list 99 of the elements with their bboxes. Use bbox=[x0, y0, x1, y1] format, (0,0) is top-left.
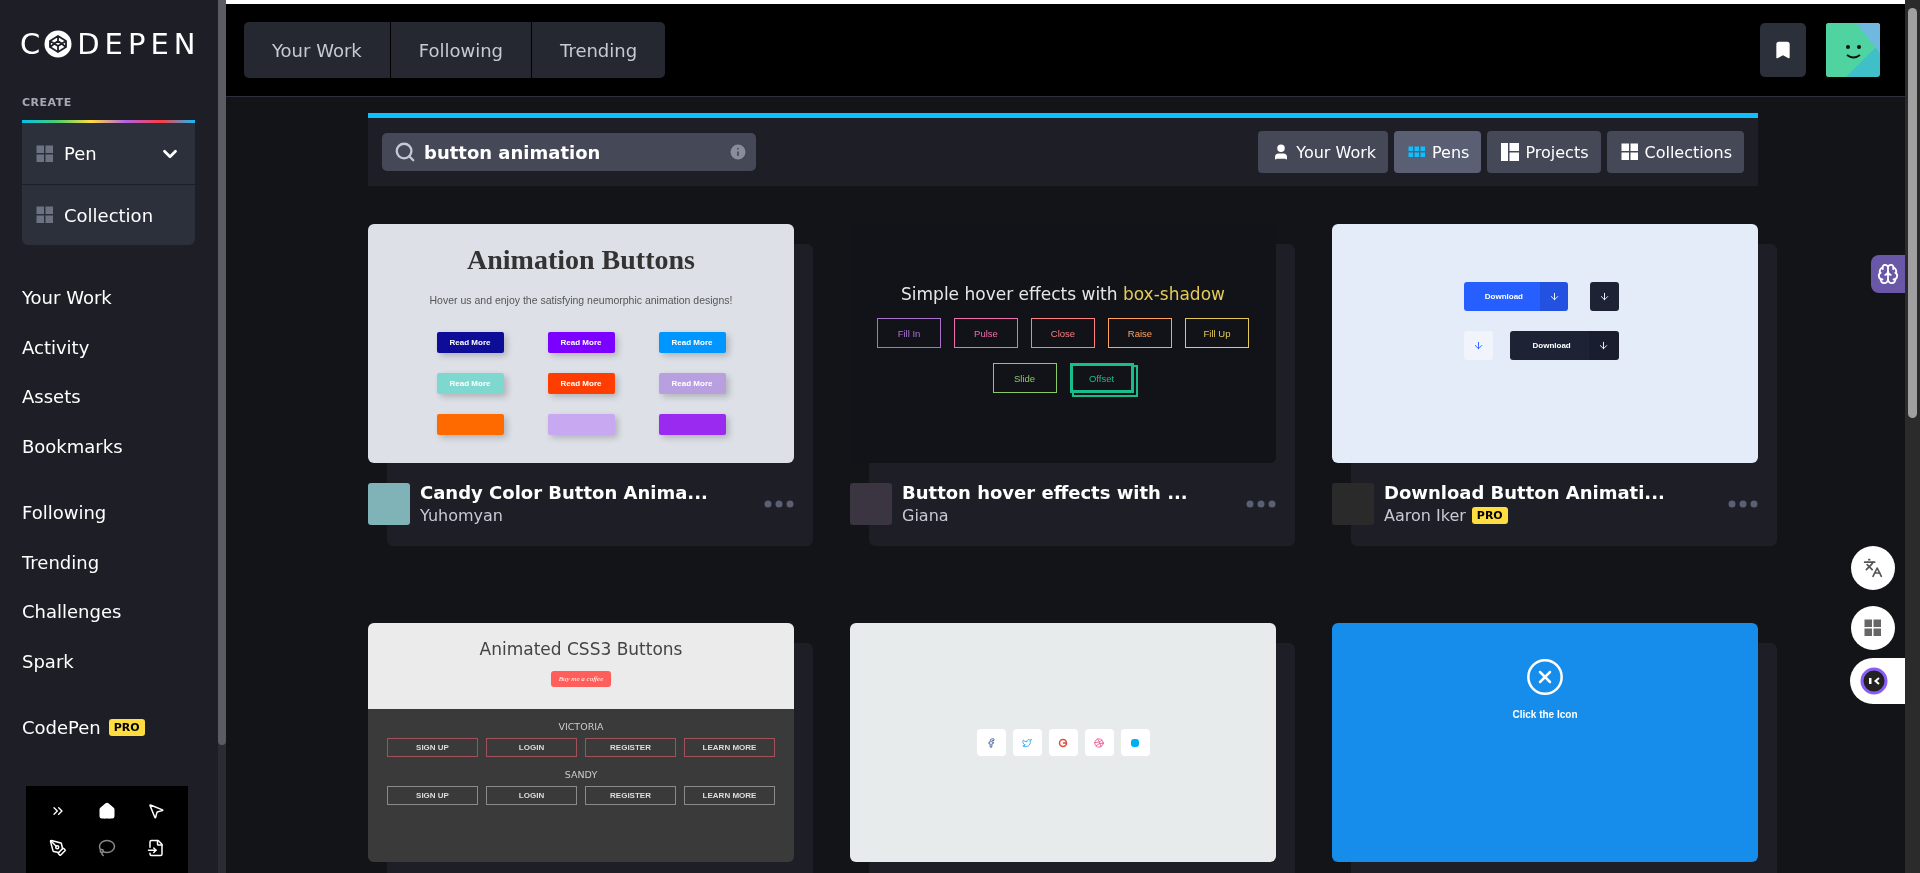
grid-icon bbox=[1864, 619, 1882, 637]
nav-text: CodePen bbox=[22, 717, 101, 739]
pen-preview[interactable]: Download Download bbox=[1332, 224, 1758, 463]
effect-button: Close bbox=[1031, 318, 1095, 348]
author-link[interactable]: Giana bbox=[902, 506, 949, 525]
brain-button[interactable] bbox=[1871, 255, 1905, 293]
create-item[interactable]: Pen bbox=[22, 123, 195, 184]
preview-text: Hover us and enjoy the satisfying neumorphic animation designs! bbox=[429, 294, 733, 306]
search-icon bbox=[394, 141, 416, 163]
section-title: SANDY bbox=[564, 769, 598, 780]
download-button: Download bbox=[1463, 282, 1568, 311]
section-label: CREATE bbox=[22, 96, 73, 109]
outline-button: LEARN MORE bbox=[684, 786, 775, 805]
arrow-down-icon bbox=[1548, 291, 1560, 302]
author-link[interactable]: Aaron Iker bbox=[1384, 506, 1466, 525]
file-icon[interactable] bbox=[146, 839, 165, 858]
arrow-down-icon bbox=[1472, 340, 1484, 351]
bookmark-button[interactable] bbox=[1760, 23, 1806, 77]
section-title: VICTORIA bbox=[558, 721, 604, 732]
search-input[interactable]: button animation bbox=[424, 141, 720, 163]
social-icon bbox=[976, 729, 1006, 756]
outline-button: SIGN UP bbox=[387, 786, 478, 805]
search-field[interactable]: button animation bbox=[382, 133, 756, 171]
tab[interactable]: Following bbox=[389, 22, 532, 78]
arrow-down-icon bbox=[1598, 291, 1610, 302]
social-icon bbox=[1084, 729, 1114, 756]
pointer-icon[interactable] bbox=[146, 801, 165, 820]
nav-link[interactable]: Trending bbox=[22, 537, 218, 587]
read-more-button: Read More bbox=[436, 332, 504, 353]
nav-link[interactable]: Assets bbox=[22, 372, 218, 422]
codepen-logo[interactable]: C DEPEN bbox=[20, 26, 218, 62]
nav-link[interactable]: Your Work bbox=[22, 273, 218, 323]
create-item[interactable]: Collection bbox=[22, 184, 195, 245]
grid-icon bbox=[36, 144, 54, 163]
pen-preview[interactable]: Animation Buttons Hover us and enjoy the satisfying neumorphic animation designs! Read More Read More Read More Read More Read More Read More bbox=[368, 224, 794, 463]
nav-link[interactable]: Spark bbox=[22, 636, 218, 686]
pen-title[interactable]: Candy Color Button Anima... bbox=[420, 482, 754, 503]
social-icon bbox=[1048, 729, 1078, 756]
preview-heading: Animation Buttons bbox=[467, 244, 695, 276]
more-icon[interactable] bbox=[1728, 499, 1758, 508]
scrollbar-thumb[interactable] bbox=[218, 0, 226, 745]
effect-button: Fill In bbox=[877, 318, 941, 348]
apps-button[interactable] bbox=[1851, 606, 1895, 650]
filter-button[interactable]: Collections bbox=[1606, 131, 1744, 173]
social-icon bbox=[1120, 729, 1150, 756]
preview-heading: Simple hover effects with box-shadow bbox=[901, 284, 1225, 304]
assistant-button[interactable] bbox=[1850, 658, 1905, 704]
brain-icon bbox=[1877, 263, 1899, 285]
effect-button: Pulse bbox=[954, 318, 1018, 348]
robot-face-icon bbox=[1860, 667, 1888, 695]
effect-button: Slide bbox=[992, 363, 1057, 393]
arrow-down-icon bbox=[1598, 340, 1610, 351]
grid-icon bbox=[1620, 143, 1639, 161]
grid-icon bbox=[36, 206, 54, 224]
nav-link[interactable]: Bookmarks bbox=[22, 421, 218, 471]
nav-link[interactable]: CodePen PRO bbox=[22, 703, 218, 753]
layout-icon bbox=[1501, 143, 1520, 161]
read-more-button: Read More bbox=[547, 332, 615, 353]
preview-caption: Click the Icon bbox=[1512, 709, 1578, 720]
outline-button: LOGIN bbox=[486, 738, 577, 757]
nav-link[interactable]: Activity bbox=[22, 322, 218, 372]
read-more-button: Read More bbox=[658, 332, 726, 353]
pen-title[interactable]: Download Button Animati... bbox=[1384, 482, 1718, 503]
outline-button: LOGIN bbox=[486, 786, 577, 805]
social-icon bbox=[1012, 729, 1042, 756]
scrollbar-thumb[interactable] bbox=[1908, 8, 1917, 418]
outline-button: REGISTER bbox=[585, 786, 676, 805]
avatar-photo[interactable] bbox=[368, 482, 410, 525]
filter-button[interactable]: Projects bbox=[1487, 131, 1601, 173]
close-circle-icon bbox=[1525, 657, 1565, 697]
nav-link[interactable]: Following bbox=[22, 488, 218, 538]
translate-icon bbox=[1863, 558, 1883, 578]
pen-title[interactable]: Button hover effects with ... bbox=[902, 482, 1236, 503]
filter-button[interactable]: Pens bbox=[1394, 131, 1482, 173]
more-icon[interactable] bbox=[764, 499, 794, 508]
nav-link[interactable]: Challenges bbox=[22, 587, 218, 637]
read-more-button: Read More bbox=[658, 373, 726, 394]
outline-button: REGISTER bbox=[585, 738, 676, 757]
read-more-button: Read More bbox=[436, 373, 504, 394]
pro-badge: PRO bbox=[108, 719, 145, 737]
info-icon[interactable] bbox=[728, 142, 748, 162]
preview-heading: Animated CSS3 Buttons bbox=[479, 639, 683, 659]
download-button: Download bbox=[1510, 331, 1619, 360]
author-link[interactable]: Yuhomyan bbox=[420, 506, 503, 525]
lasso-icon[interactable] bbox=[98, 839, 116, 858]
tab[interactable]: Your Work bbox=[244, 22, 390, 78]
read-more-button: Read More bbox=[547, 373, 615, 394]
filter-button[interactable]: Your Work bbox=[1258, 131, 1389, 173]
pen-tool-icon[interactable] bbox=[49, 839, 68, 858]
outline-button: SIGN UP bbox=[387, 738, 478, 757]
effect-button: Fill Up bbox=[1185, 318, 1249, 348]
home-icon[interactable] bbox=[98, 801, 116, 820]
grid-icon bbox=[1408, 146, 1427, 158]
outline-button: LEARN MORE bbox=[684, 738, 775, 757]
tab[interactable]: Trending bbox=[531, 22, 666, 78]
more-icon[interactable] bbox=[1246, 499, 1276, 508]
bookmark-icon bbox=[1773, 40, 1793, 60]
effect-button: Raise bbox=[1108, 318, 1172, 348]
translate-button[interactable] bbox=[1851, 546, 1895, 590]
